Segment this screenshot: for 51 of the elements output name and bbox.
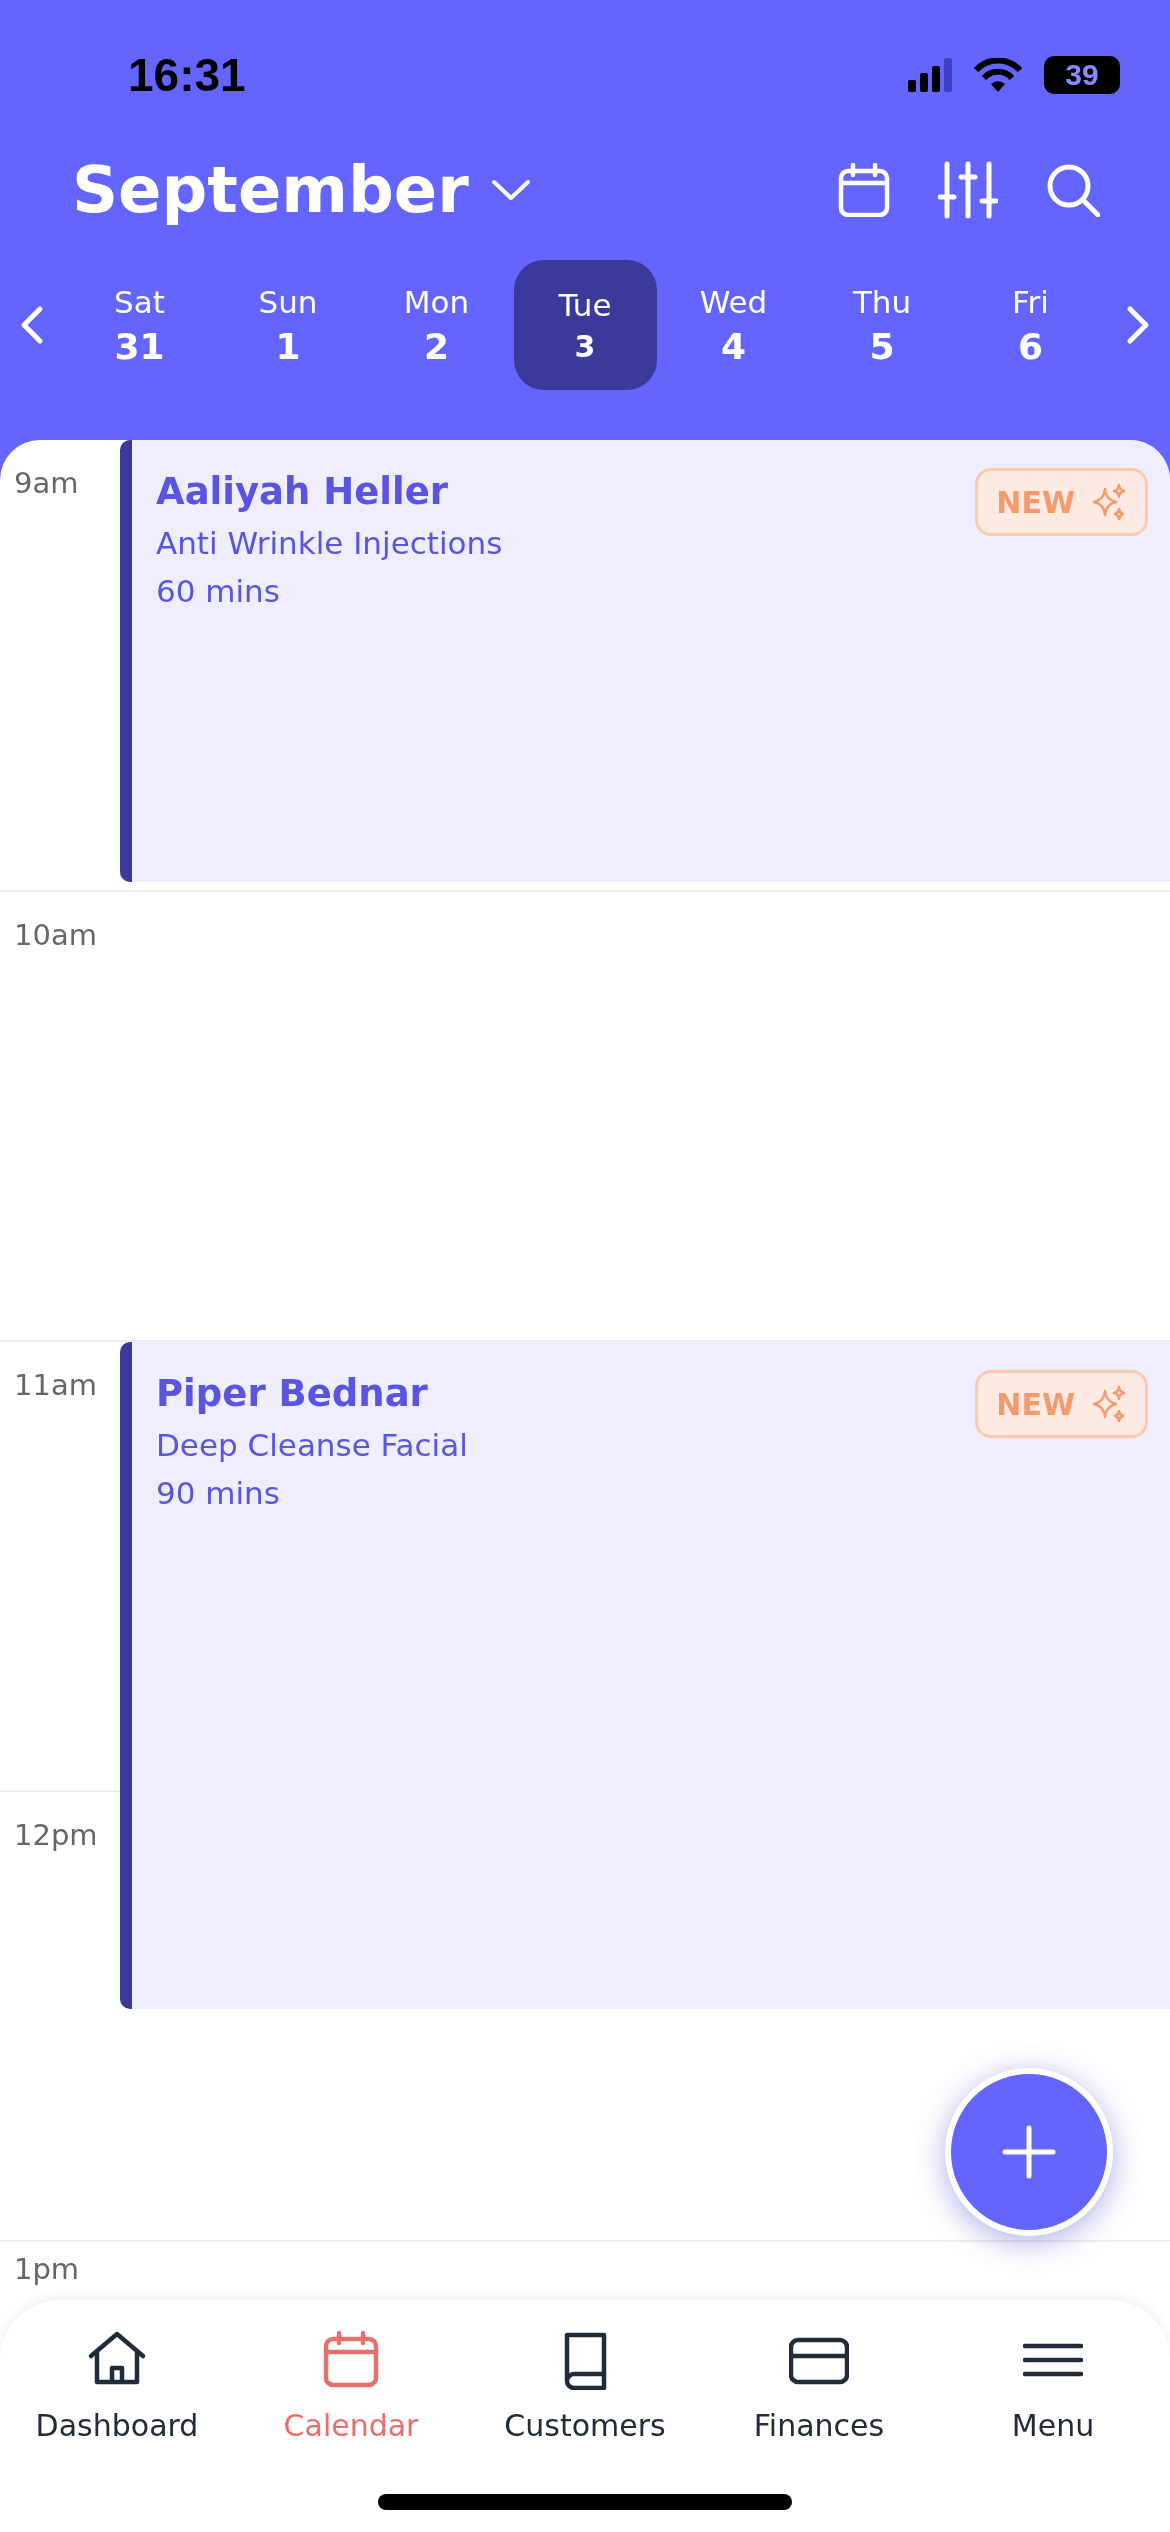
weekday-label: Tue [558, 286, 612, 323]
day-tab[interactable]: Thu 5 [810, 260, 954, 390]
battery-indicator: 39 [1044, 56, 1120, 94]
nav-tab[interactable]: Customers [475, 2330, 695, 2443]
day-tab[interactable]: Fri 6 [959, 260, 1102, 390]
status-time: 16:31 [128, 48, 246, 102]
customer-name: Piper Bednar [156, 1372, 428, 1415]
nav-tab[interactable]: Finances [709, 2330, 929, 2443]
date-label: 4 [720, 325, 747, 367]
time-label: 10am [14, 920, 97, 952]
filter-sliders-icon[interactable] [938, 161, 998, 219]
time-label: 9am [14, 468, 79, 500]
search-icon[interactable] [1046, 163, 1100, 217]
day-tab[interactable]: Wed 4 [662, 260, 805, 390]
time-label: 11am [14, 1370, 97, 1402]
customer-name: Aaliyah Heller [156, 470, 449, 513]
calendar-icon[interactable] [838, 163, 890, 217]
day-tab[interactable]: Sat 31 [68, 260, 211, 390]
date-label: 1 [275, 325, 301, 367]
weekday-label: Fri [1012, 283, 1049, 320]
appointment-card[interactable]: Piper Bednar Deep Cleanse Facial 90 mins NEW [120, 1342, 1170, 2009]
calendar-icon [321, 2330, 381, 2390]
date-label: 3 [574, 328, 596, 364]
nav-tab[interactable]: Dashboard [7, 2330, 227, 2443]
time-label: 12pm [14, 1820, 98, 1852]
day-tab[interactable]: Tue 3 [513, 260, 657, 390]
weekday-label: Mon [403, 283, 470, 320]
time-label: 1pm [14, 2254, 80, 2286]
chevron-down-icon [490, 178, 531, 202]
new-badge: NEW [975, 1370, 1148, 1438]
nav-tab[interactable]: Menu [943, 2330, 1163, 2443]
service-name: Deep Cleanse Facial [156, 1427, 468, 1463]
appointment-card[interactable]: Aaliyah Heller Anti Wrinkle Injections 60 mins NEW [120, 440, 1170, 882]
new-badge: NEW [975, 468, 1148, 536]
duration-label: 90 mins [156, 1475, 280, 1511]
service-name: Anti Wrinkle Injections [156, 525, 503, 561]
day-tab[interactable]: Sun 1 [216, 260, 360, 390]
weekday-label: Wed [699, 283, 768, 320]
nav-tab[interactable]: Calendar [241, 2330, 461, 2443]
month-selector[interactable]: September [72, 153, 531, 227]
date-label: 5 [869, 325, 895, 367]
date-label: 2 [423, 325, 450, 367]
day-tab[interactable]: Mon 2 [365, 260, 508, 390]
wifi-icon [974, 58, 1022, 92]
duration-label: 60 mins [156, 573, 280, 609]
weekday-label: Sat [114, 283, 165, 320]
weekday-label: Sun [258, 283, 318, 320]
date-label: 31 [114, 325, 165, 367]
weekday-label: Thu [852, 283, 912, 320]
date-label: 6 [1017, 325, 1044, 367]
signal-icon [908, 58, 952, 92]
